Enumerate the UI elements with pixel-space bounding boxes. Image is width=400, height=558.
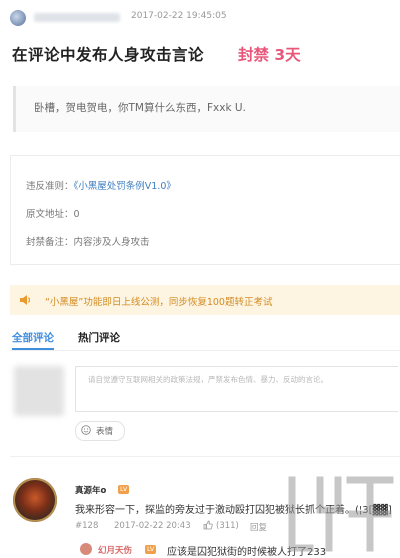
commenter-name[interactable]: 真源年o (75, 484, 106, 496)
rule-link[interactable]: 《小黑屋处罚条例V1.0》 (74, 181, 176, 192)
commenter-avatar[interactable] (13, 478, 57, 522)
post-date: 2017-02-22 19:45:05 (131, 11, 227, 21)
thumbs-up-icon[interactable] (203, 520, 213, 530)
rule-row: 违反准则：《小黑屋处罚条例V1.0》 (26, 178, 176, 192)
speaker-icon (20, 295, 31, 305)
level-badge: LV (118, 485, 130, 494)
watermark-logo (288, 476, 394, 552)
tab-hot-comments[interactable]: 热门评论 (78, 330, 120, 345)
tabs-divider (10, 350, 400, 351)
composer-divider (10, 456, 400, 457)
ban-note: 封禁备注：内容涉及人身攻击 (26, 237, 150, 248)
reply-avatar[interactable] (80, 543, 92, 555)
tab-all-comments[interactable]: 全部评论 (12, 330, 54, 345)
quoted-comment-text: 卧槽，贺电贺电，你TM算什么东西，Fxxk U. (34, 102, 246, 114)
rule-label: 违反准则： (26, 181, 74, 192)
comment-floor: #128 (75, 521, 99, 531)
comment-input-placeholder: 请自觉遵守互联网相关的政策法规，严禁发布色情、暴力、反动的言论。 (88, 375, 328, 384)
author-avatar[interactable] (10, 10, 26, 26)
reply-button[interactable]: 回复 (250, 521, 267, 533)
announcement-text[interactable]: “小黑屋”功能即日上线公测，同步恢复100题转正考试 (45, 294, 272, 308)
smiley-icon (81, 425, 91, 435)
ban-duration-label: 封禁 3天 (238, 46, 301, 64)
author-name-blurred (34, 13, 120, 22)
reply-level-badge: LV (145, 545, 157, 554)
comment-input[interactable] (75, 366, 398, 412)
page-title: 在评论中发布人身攻击言论 (12, 46, 205, 64)
like-count: (311) (216, 521, 239, 531)
reply-author-name[interactable]: 幻月天伤 (98, 544, 132, 556)
current-user-avatar (14, 366, 64, 416)
comment-time: 2017-02-22 20:43 (114, 521, 191, 531)
origin-address: 原文地址：0 (26, 209, 80, 220)
emoji-button-label: 表情 (96, 427, 114, 437)
